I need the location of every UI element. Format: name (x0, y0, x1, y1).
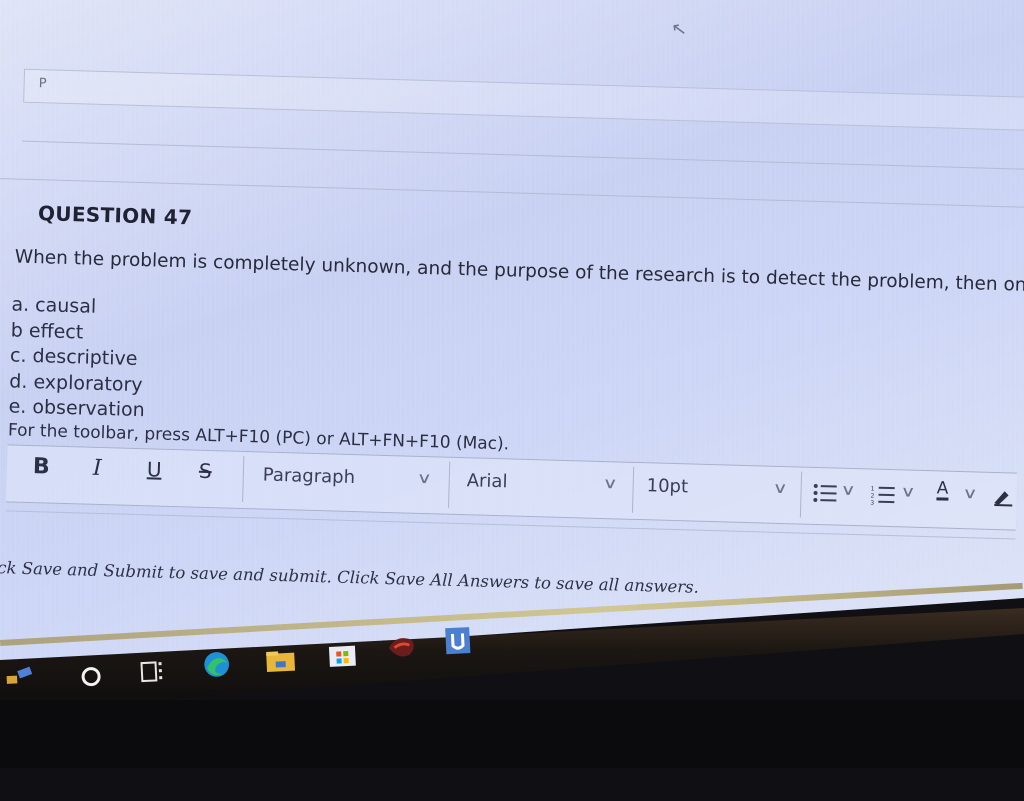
font-size-select[interactable]: 10pt (646, 475, 688, 497)
cortana-icon[interactable] (75, 661, 106, 692)
toolbar-separator (447, 461, 451, 508)
strikethrough-button[interactable]: S (199, 459, 212, 483)
toolbar-separator (799, 471, 803, 518)
desk-area (0, 700, 1024, 768)
chevron-down-icon[interactable]: ∨ (602, 474, 618, 492)
option-d[interactable]: d. exploratory (9, 369, 146, 398)
text-color-button[interactable]: A (936, 478, 949, 501)
chevron-down-icon[interactable]: ∨ (840, 481, 856, 499)
task-view-icon[interactable] (137, 656, 168, 687)
option-e[interactable]: e. observation (8, 394, 145, 423)
cursor-arrow-icon: ↖ (669, 17, 688, 41)
store-icon[interactable] (327, 639, 358, 670)
numbered-list-icon[interactable]: 123 (868, 479, 899, 510)
paragraph-select[interactable]: Paragraph (263, 465, 356, 489)
game-app-icon[interactable] (386, 632, 417, 663)
app-icon[interactable] (3, 660, 34, 691)
highlight-icon[interactable] (988, 481, 1019, 512)
previous-answer-box[interactable]: P (23, 68, 1024, 131)
chevron-down-icon[interactable]: ∨ (772, 479, 788, 497)
file-explorer-icon[interactable] (265, 646, 296, 677)
option-b[interactable]: b effect (10, 318, 147, 347)
question-text: When the problem is completely unknown, … (14, 246, 1024, 300)
underline-button[interactable]: U (147, 457, 162, 481)
chevron-down-icon[interactable]: ∨ (962, 484, 978, 502)
divider (22, 140, 1024, 170)
question-title: QUESTION 47 (37, 201, 193, 230)
answer-options: a. causal b effect c. descriptive d. exp… (8, 292, 148, 423)
italic-button[interactable]: I (93, 456, 102, 481)
save-instructions: Click Save and Submit to save and submit… (0, 557, 700, 597)
app-icon[interactable] (442, 625, 473, 656)
svg-text:3: 3 (870, 499, 874, 506)
chevron-down-icon[interactable]: ∨ (416, 469, 432, 487)
bold-button[interactable]: B (33, 454, 50, 479)
option-a[interactable]: a. causal (11, 292, 148, 321)
chevron-down-icon[interactable]: ∨ (900, 482, 916, 500)
divider (0, 177, 1024, 208)
toolbar-separator (242, 455, 245, 502)
toolbar-separator (631, 466, 635, 513)
font-select[interactable]: Arial (466, 470, 507, 492)
bulleted-list-icon[interactable] (810, 478, 841, 509)
placeholder-letter: P (38, 76, 47, 92)
option-c[interactable]: c. descriptive (10, 343, 147, 372)
edge-icon[interactable] (201, 649, 232, 680)
